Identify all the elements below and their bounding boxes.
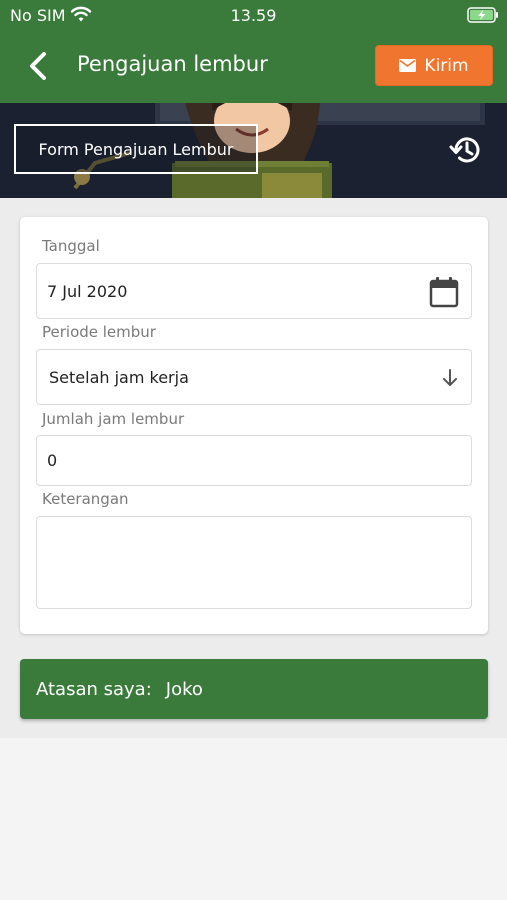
date-field[interactable]: 7 Jul 2020 [36,263,472,319]
date-value: 7 Jul 2020 [47,281,128,301]
date-label: Tanggal [42,237,100,255]
hours-value: 0 [47,451,58,470]
period-value: Setelah jam kerja [49,367,189,387]
supervisor-label: Atasan saya: [36,678,152,700]
send-button-label: Kirim [424,55,469,76]
calendar-icon[interactable] [429,276,459,308]
page-title: Pengajuan lembur [77,52,268,76]
arrow-down-icon [443,369,457,386]
overtime-form-card: Tanggal 7 Jul 2020 Periode lembur Setela… [20,217,488,634]
envelope-icon [399,59,417,72]
battery-charging-icon [467,7,498,23]
send-button[interactable]: Kirim [375,45,493,86]
supervisor-bar: Atasan saya: Joko [20,659,488,719]
hours-input[interactable]: 0 [36,435,472,486]
clock: 13.59 [230,6,277,25]
period-label: Periode lembur [42,323,156,341]
period-select[interactable]: Setelah jam kerja [36,349,472,405]
note-textarea[interactable] [36,516,472,609]
app-header: No SIM 13.59 Pengajuan lembur Kirim [0,0,507,103]
history-icon[interactable] [449,133,483,167]
form-banner: Form Pengajuan Lembur [0,103,507,198]
status-bar: No SIM 13.59 [0,0,507,32]
supervisor-name: Joko [165,678,203,700]
banner-title-box: Form Pengajuan Lembur [14,124,258,174]
back-arrow-icon[interactable] [24,50,54,82]
note-label: Keterangan [42,490,129,508]
hours-label: Jumlah jam lembur [42,410,185,428]
